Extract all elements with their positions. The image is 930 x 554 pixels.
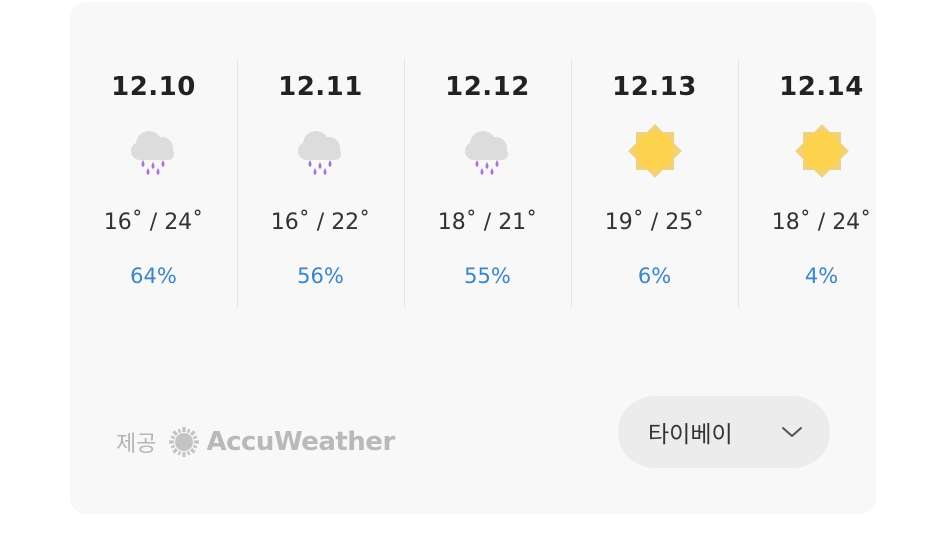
temperature-range: 19˚ / 25˚	[604, 210, 705, 235]
location-selected: 타이베이	[648, 421, 733, 447]
weather-card: 12.10 16˚ / 24˚ 64% 12.11 16˚ / 22˚ 56% …	[70, 2, 876, 514]
temperature-range: 16˚ / 22˚	[270, 210, 371, 235]
sun-icon	[627, 124, 682, 178]
temperature-range: 18˚ / 24˚	[771, 210, 872, 235]
sun-icon	[794, 124, 849, 178]
forecast-row: 12.10 16˚ / 24˚ 64% 12.11 16˚ / 22˚ 56% …	[70, 58, 876, 308]
provider-label: 제공	[116, 432, 157, 457]
precip-chance: 55%	[464, 264, 511, 288]
rain-cloud-icon	[464, 131, 508, 175]
forecast-day: 12.13 19˚ / 25˚ 6%	[571, 58, 738, 308]
forecast-date: 12.13	[612, 72, 697, 102]
rain-cloud-icon	[297, 131, 341, 175]
forecast-day: 12.10 16˚ / 24˚ 64%	[70, 58, 237, 308]
forecast-date: 12.11	[278, 72, 363, 102]
precip-chance: 6%	[637, 264, 672, 288]
location-dropdown[interactable]: 타이베이	[618, 396, 830, 468]
forecast-day: 12.14 18˚ / 24˚ 4%	[738, 58, 905, 308]
forecast-day: 12.12 18˚ / 21˚ 55%	[404, 58, 571, 308]
precip-chance: 4%	[804, 264, 839, 288]
forecast-date: 12.14	[779, 72, 864, 102]
accuweather-logo-icon	[169, 427, 200, 457]
temperature-range: 16˚ / 24˚	[103, 210, 204, 235]
chevron-down-icon	[782, 427, 802, 437]
forecast-date: 12.10	[111, 72, 196, 102]
forecast-date: 12.12	[445, 72, 530, 102]
rain-cloud-icon	[130, 131, 174, 175]
provider-name: AccuWeather	[206, 427, 395, 457]
precip-chance: 56%	[297, 264, 344, 288]
precip-chance: 64%	[130, 264, 177, 288]
forecast-day: 12.11 16˚ / 22˚ 56%	[237, 58, 404, 308]
provider-credit: 제공 AccuWeather	[116, 426, 395, 458]
temperature-range: 18˚ / 21˚	[437, 210, 538, 235]
